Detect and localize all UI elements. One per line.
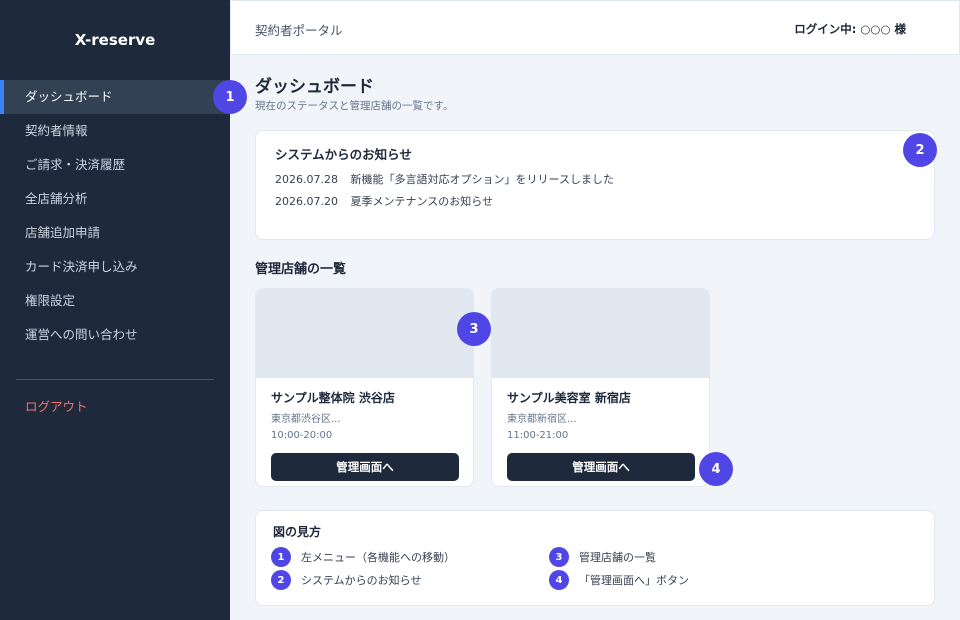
store-address: 東京都渋谷区... [271,414,341,425]
sidebar-item-contact-support[interactable]: 運営への問い合わせ [0,318,230,352]
sidebar-item-card-payment-application[interactable]: カード決済申し込み [0,250,230,284]
store-image-placeholder [492,289,709,378]
system-notices-card: システムからのお知らせ 2026.07.28 新機能「多言語対応オプション」をリ… [255,130,935,240]
top-header: 契約者ポータル ログイン中: ○○○ 様 [230,0,960,55]
page-subtitle: 現在のステータスと管理店舗の一覧です。 [255,100,454,112]
annotation-marker: 3 [457,312,491,346]
store-name: サンプル整体院 渋谷店 [271,391,395,405]
brand-logo: X-reserve [74,31,156,49]
notice-item[interactable]: 2026.07.20 夏季メンテナンスのお知らせ [275,193,493,209]
annotation-marker: 1 [213,80,247,114]
legend-item: 3 管理店舗の一覧 [549,547,656,567]
legend-number-badge: 4 [549,570,569,590]
legend-number-badge: 3 [549,547,569,567]
annotation-marker: 2 [903,133,937,167]
sidebar-item-dashboard[interactable]: ダッシュボード [0,80,230,114]
legend-item: 1 左メニュー（各機能への移動） [271,547,455,567]
sidebar-item-all-store-analytics[interactable]: 全店舗分析 [0,182,230,216]
legend-text: 左メニュー（各機能への移動） [301,551,455,564]
sidebar-item-billing-history[interactable]: ご請求・決済履歴 [0,148,230,182]
notice-text: 夏季メンテナンスのお知らせ [350,195,494,208]
sidebar: X-reserve ダッシュボード 契約者情報 ご請求・決済履歴 全店舗分析 店… [0,0,230,620]
store-hours: 10:00-20:00 [271,430,333,441]
store-hours: 11:00-21:00 [507,430,569,441]
legend-number-badge: 2 [271,570,291,590]
logout-link[interactable]: ログアウト [25,396,88,415]
sidebar-item-add-store-request[interactable]: 店舗追加申請 [0,216,230,250]
notice-item[interactable]: 2026.07.28 新機能「多言語対応オプション」をリリースしました [275,171,614,187]
sidebar-item-permissions[interactable]: 権限設定 [0,284,230,318]
notice-date: 2026.07.20 [275,195,338,208]
login-user-label: ログイン中: ○○○ 様 [794,22,906,36]
legend-title: 図の見方 [273,525,322,539]
legend-item: 4 「管理画面へ」ボタン [549,570,689,590]
legend-text: システムからのお知らせ [301,574,422,587]
legend-text: 「管理画面へ」ボタン [579,574,689,587]
store-address: 東京都新宿区... [507,414,577,425]
store-name: サンプル美容室 新宿店 [507,391,631,405]
sidebar-nav: ダッシュボード 契約者情報 ご請求・決済履歴 全店舗分析 店舗追加申請 カード決… [0,80,230,352]
legend-text: 管理店舗の一覧 [579,551,656,564]
sidebar-divider [16,379,214,380]
notices-title: システムからのお知らせ [275,147,412,162]
sidebar-item-contractor-info[interactable]: 契約者情報 [0,114,230,148]
store-image-placeholder [256,289,473,378]
legend-number-badge: 1 [271,547,291,567]
annotation-marker: 4 [699,452,733,486]
stores-section-title: 管理店舗の一覧 [255,262,347,277]
portal-title: 契約者ポータル [255,23,343,38]
manage-store-button[interactable]: 管理画面へ [507,453,695,481]
notice-date: 2026.07.28 [275,173,338,186]
manage-store-button[interactable]: 管理画面へ [271,453,459,481]
legend-card: 図の見方 1 左メニュー（各機能への移動） 2 システムからのお知らせ 3 管理… [255,510,935,606]
legend-item: 2 システムからのお知らせ [271,570,421,590]
page-title: ダッシュボード [255,77,374,97]
store-card: サンプル美容室 新宿店 東京都新宿区... 11:00-21:00 管理画面へ [491,288,710,487]
notice-text: 新機能「多言語対応オプション」をリリースしました [350,173,614,186]
store-card: サンプル整体院 渋谷店 東京都渋谷区... 10:00-20:00 管理画面へ [255,288,474,487]
